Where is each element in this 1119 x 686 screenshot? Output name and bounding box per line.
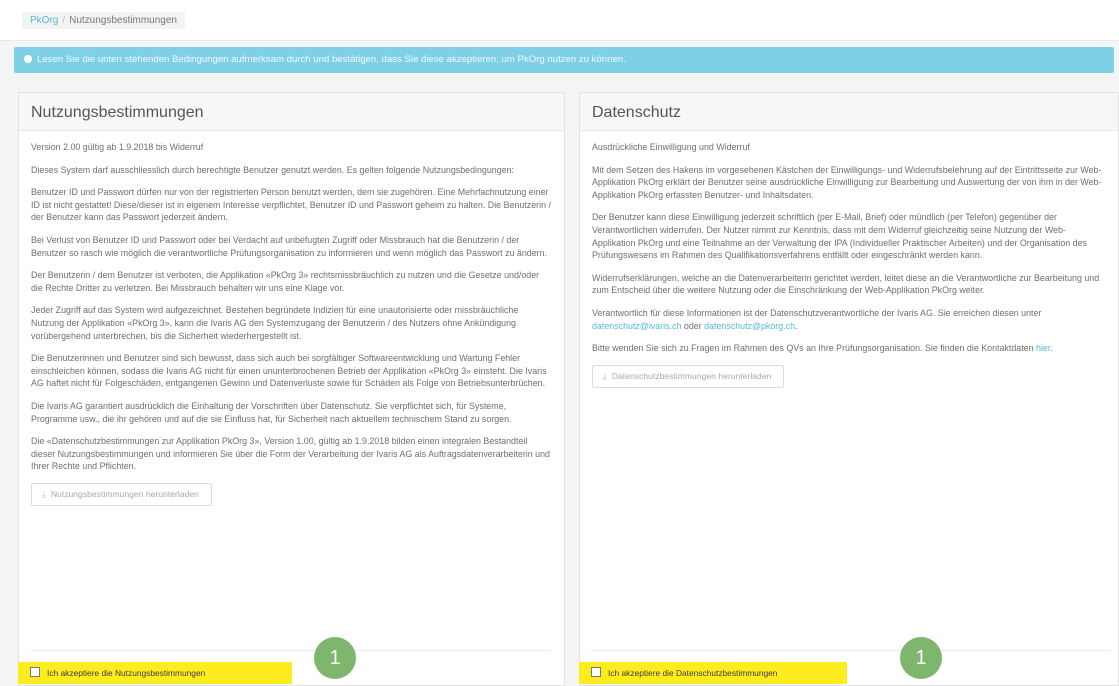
terms-body: Version 2.00 gültig ab 1.9.2018 bis Wide… xyxy=(19,131,564,506)
privacy-panel: Datenschutz Ausdrückliche Einwilligung u… xyxy=(579,92,1119,686)
terms-paragraph: Der Benutzerin / dem Benutzer ist verbot… xyxy=(31,270,540,293)
breadcrumb: PkOrg / Nutzungsbestimmungen xyxy=(22,12,185,29)
terms-accept-checkbox[interactable] xyxy=(30,667,40,677)
download-icon: ⤓ xyxy=(603,370,607,381)
terms-panel: Nutzungsbestimmungen Version 2.00 gültig… xyxy=(18,92,565,686)
terms-accept-checkbox-row[interactable]: Ich akzeptiere die Nutzungsbestimmungen xyxy=(18,662,292,684)
top-bar: PkOrg / Nutzungsbestimmungen xyxy=(0,0,1119,41)
privacy-contact-text: Verantwortlich für diese Informationen i… xyxy=(592,307,1042,318)
privacy-paragraph: Widerrufserklärungen, welche an die Date… xyxy=(592,272,1100,296)
privacy-accept-checkbox-row[interactable]: Ich akzeptiere die Datenschutzbestimmung… xyxy=(579,662,847,684)
terms-paragraph: Jeder Zugriff auf das System wird aufgez… xyxy=(31,305,519,341)
privacy-download-button[interactable]: ⤓ Datenschutzbestimmungen herunterladen xyxy=(592,364,785,388)
breadcrumb-separator: / xyxy=(62,15,66,26)
breadcrumb-home-link[interactable]: PkOrg xyxy=(30,15,58,26)
terms-paragraph: Benutzer ID und Passwort dürfen nur von … xyxy=(31,187,551,223)
privacy-paragraph: Der Benutzer kann diese Einwilligung jed… xyxy=(592,212,1087,261)
breadcrumb-current: Nutzungsbestimmungen xyxy=(69,15,177,26)
privacy-panel-header: Datenschutz xyxy=(580,93,1118,131)
terms-paragraph: Bei Verlust von Benutzer ID und Passwort… xyxy=(31,234,548,258)
terms-paragraph: Dieses System darf ausschliesslich durch… xyxy=(31,164,514,175)
privacy-email-link-2[interactable]: datenschutz@pkorg.ch xyxy=(704,321,795,331)
info-alert: Lesen Sie die unten stehenden Bedingunge… xyxy=(14,47,1114,73)
privacy-body: Ausdrückliche Einwilligung und Widerruf … xyxy=(580,131,1118,388)
terms-divider xyxy=(30,650,550,651)
privacy-email-link-1[interactable]: datenschutz@ivaris.ch xyxy=(592,321,681,331)
privacy-accept-label: Ich akzeptiere die Datenschutzbestimmung… xyxy=(608,668,778,678)
privacy-title: Datenschutz xyxy=(592,104,681,121)
privacy-contact-or: oder xyxy=(683,320,702,331)
privacy-contact-paragraph: Verantwortlich für diese Informationen i… xyxy=(592,307,1042,331)
terms-panel-header: Nutzungsbestimmungen xyxy=(19,93,564,131)
privacy-subheading: Ausdrückliche Einwilligung und Widerruf xyxy=(592,142,750,152)
terms-paragraph: Die Benutzerinnen und Benutzer sind sich… xyxy=(31,353,547,389)
privacy-download-label: Datenschutzbestimmungen herunterladen xyxy=(611,370,772,381)
privacy-paragraph: Mit dem Setzen des Hakens im vorgesehene… xyxy=(592,164,1102,200)
terms-paragraph: Die «Datenschutzbestimmungen zur Applika… xyxy=(31,436,550,472)
terms-paragraph: Die Ivaris AG garantiert ausdrücklich di… xyxy=(31,400,512,424)
privacy-questions-text: Bitte wenden Sie sich zu Fragen im Rahme… xyxy=(592,343,1034,354)
step-badge: 1 xyxy=(314,637,356,679)
terms-download-button[interactable]: ⤓ Nutzungsbestimmungen herunterladen xyxy=(31,482,212,506)
step-badge: 1 xyxy=(900,637,942,679)
info-icon xyxy=(24,55,32,63)
privacy-accept-checkbox[interactable] xyxy=(591,667,601,677)
terms-title: Nutzungsbestimmungen xyxy=(31,104,204,121)
alert-text: Lesen Sie die unten stehenden Bedingunge… xyxy=(37,54,626,65)
terms-version: Version 2.00 gültig ab 1.9.2018 bis Wide… xyxy=(31,142,204,152)
terms-accept-label: Ich akzeptiere die Nutzungsbestimmungen xyxy=(47,668,206,678)
download-icon: ⤓ xyxy=(42,488,46,499)
privacy-questions-paragraph: Bitte wenden Sie sich zu Fragen im Rahme… xyxy=(592,343,1053,354)
privacy-contact-link[interactable]: hier xyxy=(1036,343,1050,353)
privacy-divider xyxy=(590,650,1110,651)
terms-download-label: Nutzungsbestimmungen herunterladen xyxy=(50,488,199,499)
